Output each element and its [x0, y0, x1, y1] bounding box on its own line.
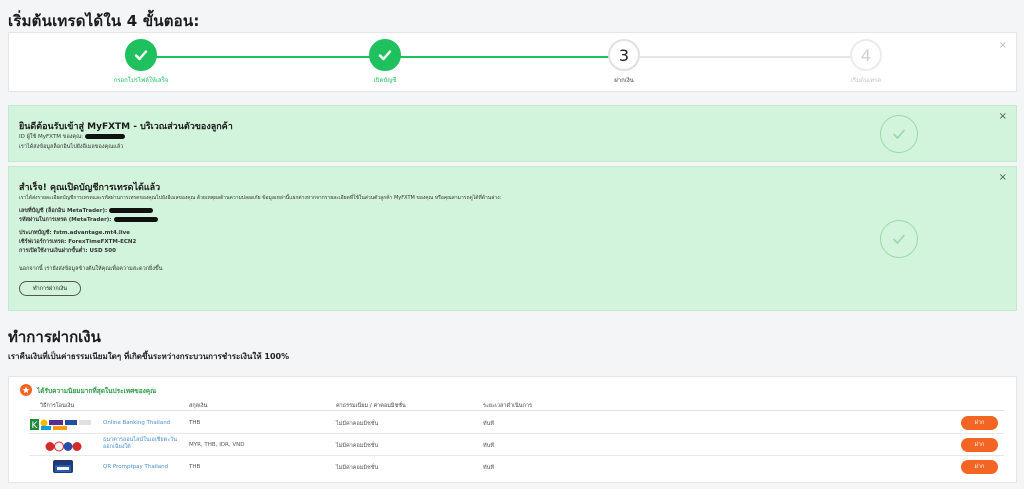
- method-name[interactable]: QR Promptpay Thailand: [103, 464, 168, 470]
- step-label: เริ่มต้นเทรด: [850, 77, 882, 84]
- method-currency: THB: [189, 464, 201, 470]
- close-icon[interactable]: ×: [999, 40, 1007, 51]
- method-name[interactable]: Online Banking Thailand: [103, 420, 170, 426]
- table-row[interactable]: K Online Banking Thailand THB ไม่มีค่าคอ…: [29, 412, 1004, 434]
- method-name[interactable]: ธนาคารออนไลน์ในเอเชียตะวันออกเฉียงใต้: [103, 437, 183, 451]
- user-id-label: ID ผู้ใช้ MyFXTM ของคุณ:: [19, 134, 84, 140]
- step-number: 4: [850, 39, 882, 71]
- checkmark-icon: [369, 39, 401, 71]
- method-processing-time: ทันที: [483, 443, 495, 449]
- user-id-line: ID ผู้ใช้ MyFXTM ของคุณ:: [19, 133, 126, 141]
- account-number-label: เลขที่บัญชี (ล็อกอิน MetaTrader):: [19, 208, 108, 214]
- method-currency: THB: [189, 420, 201, 426]
- deposit-button[interactable]: ฝาก: [961, 460, 998, 474]
- redacted-password: [113, 217, 158, 222]
- make-deposit-button[interactable]: ทำการฝากเงิน: [19, 281, 81, 296]
- account-type: ประเภทบัญชี: fstm.advantage.mt4.live: [19, 230, 130, 236]
- step-open-account: เปิดบัญชี: [325, 39, 445, 85]
- close-icon[interactable]: ×: [999, 172, 1007, 183]
- welcome-panel: ยินดีต้อนรับเข้าสู่ MyFXTM - บริเวณส่วนต…: [8, 105, 1017, 162]
- redacted-account-number: [109, 208, 154, 213]
- step-complete-profile: กรอกโปรไฟล์ให้เสร็จ: [81, 39, 201, 85]
- header-divider: [29, 410, 1004, 411]
- onboarding-stepper: กรอกโปรไฟล์ให้เสร็จ เปิดบัญชี 3 ฝากเงิน …: [8, 32, 1017, 92]
- login-sent-line: เราได้ส่งข้อมูลล็อกอินไปยังอีเมลของคุณแล…: [19, 144, 124, 150]
- step-number: 3: [608, 39, 640, 71]
- step-label: เปิดบัญชี: [373, 77, 397, 84]
- welcome-title: ยินดีต้อนรับเข้าสู่ MyFXTM - บริเวณส่วนต…: [19, 122, 233, 132]
- method-processing-time: ทันที: [483, 421, 495, 427]
- deposit-refund-note: เราคืนเงินที่เป็นค่าธรรมเนียมใดๆ ที่เกิด…: [8, 352, 290, 361]
- page-title: เริ่มต้นเทรดได้ใน 4 ขั้นตอน:: [8, 12, 200, 30]
- deposit-methods-table: ได้รับความนิยมมากที่สุดในประเทศของคุณ วิ…: [8, 376, 1017, 483]
- trading-server: เซิร์ฟเวอร์การเทรด: ForexTimeFXTM-ECN2: [19, 239, 137, 245]
- method-currency: MYR, THB, IDR, VND: [189, 442, 245, 448]
- column-header-fee: ค่าธรรมเนียม / ค่าคอมมิชชั่น: [336, 403, 406, 409]
- column-header-method: วิธีการโอนเงิน: [40, 403, 75, 409]
- promptpay-logo: [53, 460, 73, 473]
- step-label: กรอกโปรไฟล์ให้เสร็จ: [113, 77, 169, 84]
- table-row[interactable]: QR Promptpay Thailand THB ไม่มีค่าคอมมิช…: [29, 456, 1004, 478]
- thai-banks-logo: K: [29, 416, 93, 431]
- account-opened-panel: สำเร็จ! คุณเปิดบัญชีการเทรดได้แล้ว เราได…: [8, 166, 1017, 311]
- deposit-button[interactable]: ฝาก: [961, 416, 998, 430]
- deposit-section-title: ทำการฝากเงิน: [8, 328, 101, 346]
- account-opened-title: สำเร็จ! คุณเปิดบัญชีการเทรดได้แล้ว: [19, 183, 161, 193]
- check-circle-icon: [880, 220, 918, 258]
- method-fee: ไม่มีค่าคอมมิชชั่น: [336, 443, 379, 449]
- step-start-trading: 4 เริ่มต้นเทรด: [806, 39, 926, 85]
- column-header-processing-time: ระยะเวลาดำเนินการ: [483, 403, 532, 409]
- deposit-button[interactable]: ฝาก: [961, 438, 998, 452]
- account-intro: เราได้ส่งรายละเอียดบัญชีการเทรดและรหัสผ่…: [19, 195, 502, 201]
- account-note: นอกจากนี้ เรายังส่งข้อมูลข้างต้นให้คุณเพ…: [19, 266, 163, 272]
- star-icon: [20, 384, 32, 396]
- minimum-deposit: การเปิดใช้งานเงินฝากขั้นต่ำ: USD 500: [19, 248, 116, 254]
- account-number-line: เลขที่บัญชี (ล็อกอิน MetaTrader):: [19, 207, 154, 215]
- step-label: ฝากเงิน: [614, 77, 634, 84]
- check-circle-icon: [880, 115, 918, 153]
- close-icon[interactable]: ×: [999, 111, 1007, 122]
- step-deposit: 3 ฝากเงิน: [564, 39, 684, 85]
- sea-banks-logo: [45, 438, 83, 452]
- password-label: รหัสผ่านในการเทรด (MetaTrader):: [19, 217, 112, 223]
- method-fee: ไม่มีค่าคอมมิชชั่น: [336, 465, 379, 471]
- table-row[interactable]: ธนาคารออนไลน์ในเอเชียตะวันออกเฉียงใต้ MY…: [29, 434, 1004, 456]
- redacted-user-id: [85, 134, 126, 139]
- method-processing-time: ทันที: [483, 465, 495, 471]
- password-line: รหัสผ่านในการเทรด (MetaTrader):: [19, 216, 158, 224]
- method-fee: ไม่มีค่าคอมมิชชั่น: [336, 421, 379, 427]
- recommended-label: ได้รับความนิยมมากที่สุดในประเทศของคุณ: [37, 387, 157, 395]
- checkmark-icon: [125, 39, 157, 71]
- column-header-currency: สกุลเงิน: [189, 403, 208, 409]
